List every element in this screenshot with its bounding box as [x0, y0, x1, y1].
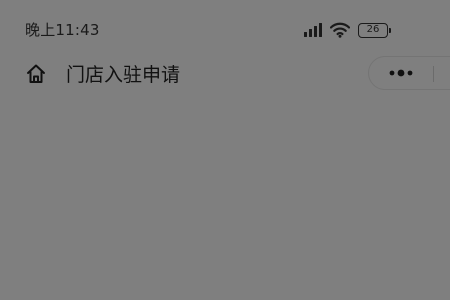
- status-bar: 晚上11:43 26: [0, 0, 450, 56]
- mini-program-screen: 晚上11:43 26 门店入驻申请: [0, 0, 450, 300]
- battery-level: 26: [366, 24, 380, 35]
- page-title: 门店入驻申请: [66, 64, 181, 86]
- capsule-menu: [368, 56, 450, 90]
- navigation-bar: 门店入驻申请: [0, 56, 450, 96]
- capsule-close-icon[interactable]: [441, 57, 450, 89]
- more-dots-icon[interactable]: [369, 57, 433, 89]
- battery-icon: 26: [358, 22, 391, 38]
- status-icons: 26: [304, 19, 391, 41]
- wifi-icon: [330, 22, 350, 38]
- home-icon[interactable]: [24, 62, 48, 86]
- signal-icon: [304, 23, 322, 37]
- capsule-divider: [433, 66, 434, 82]
- status-time: 晚上11:43: [25, 21, 100, 39]
- page-content-overlay: [0, 100, 450, 300]
